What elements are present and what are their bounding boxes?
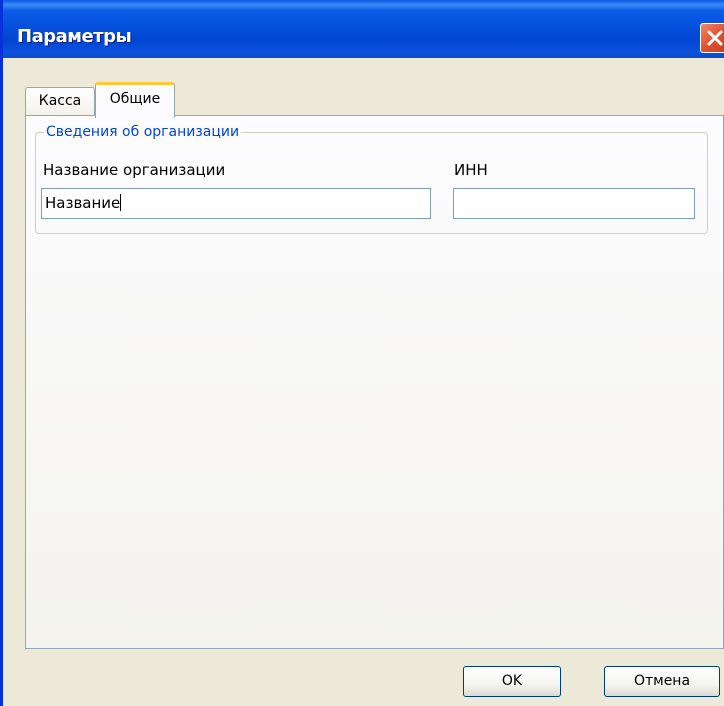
inn-input[interactable] bbox=[453, 188, 695, 219]
inn-label: ИНН bbox=[454, 161, 488, 179]
title-bar[interactable]: Параметры bbox=[3, 0, 724, 58]
text-caret bbox=[120, 194, 122, 211]
org-name-label: Название организации bbox=[43, 161, 226, 179]
group-title: Сведения об организации bbox=[44, 124, 242, 140]
org-name-value: Название bbox=[45, 194, 121, 212]
ok-button[interactable]: OK bbox=[463, 666, 561, 697]
tab-obshie[interactable]: Общие bbox=[95, 82, 175, 118]
organization-info-group: Сведения об организации Название организ… bbox=[35, 124, 708, 234]
tab-panel-general: Сведения об организации Название организ… bbox=[25, 115, 724, 649]
close-button[interactable] bbox=[700, 23, 724, 53]
parameters-dialog: Параметры Касса Общие Сведения об органи… bbox=[0, 0, 724, 706]
window-title: Параметры bbox=[17, 26, 132, 47]
tab-kassa[interactable]: Касса bbox=[25, 87, 95, 116]
org-name-input[interactable]: Название bbox=[41, 188, 431, 219]
close-icon bbox=[707, 30, 723, 46]
cancel-button[interactable]: Отмена bbox=[604, 666, 720, 697]
